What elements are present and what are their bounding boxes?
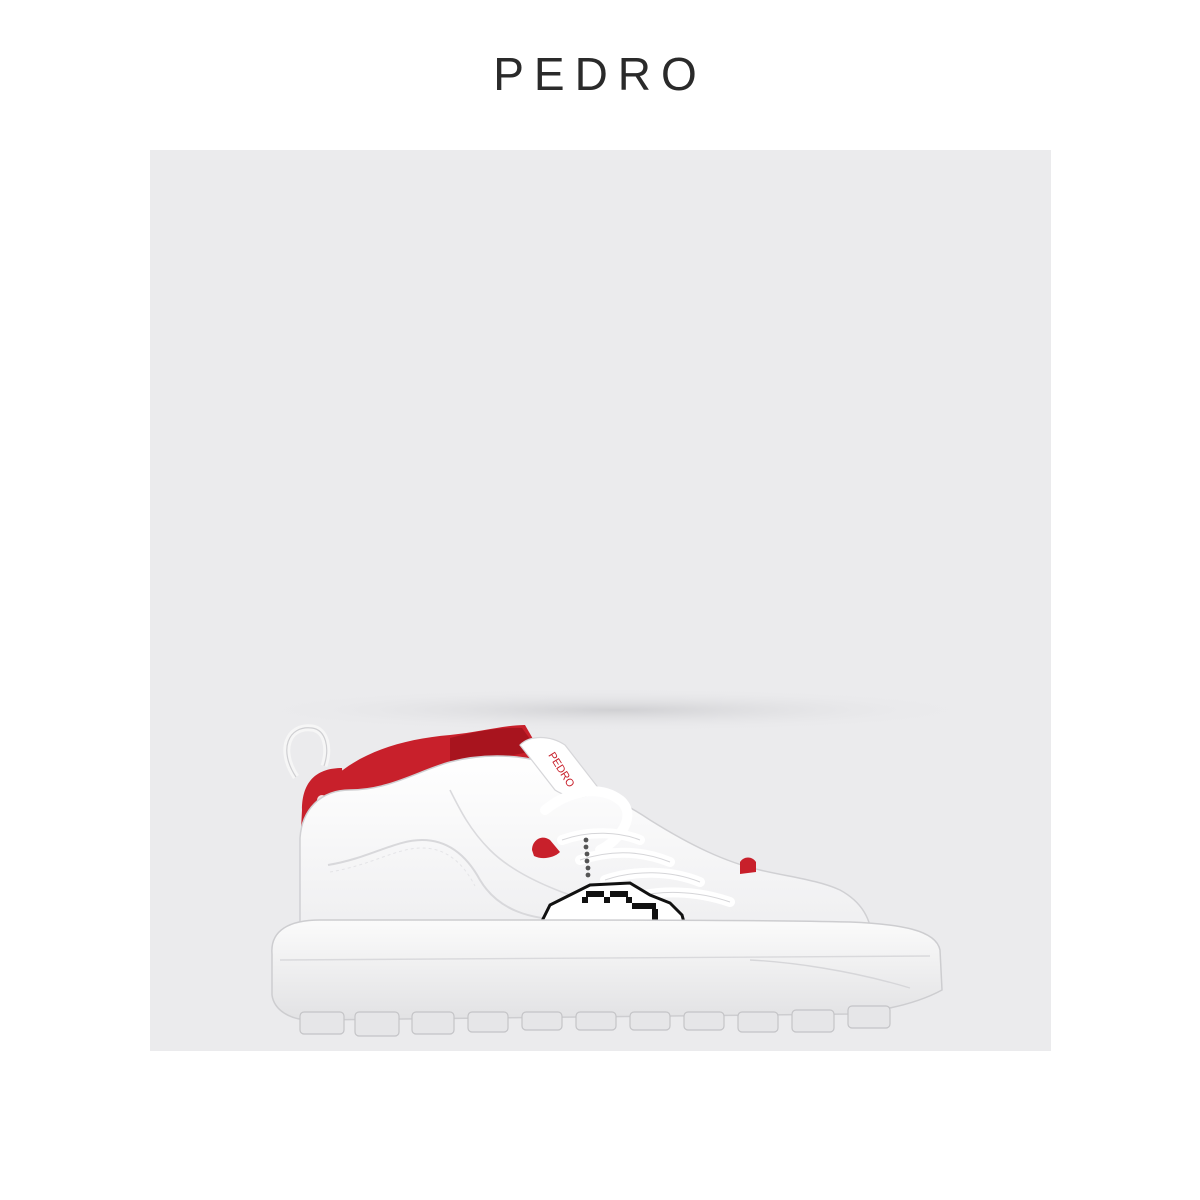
eyelet-red-accent-front <box>740 857 756 874</box>
brand-logo: PEDRO <box>493 48 707 100</box>
product-page: PEDRO PEDRO <box>0 0 1200 1200</box>
product-image-backdrop: PEDRO <box>150 150 1051 1051</box>
midsole <box>271 919 943 1021</box>
ground-shadow <box>245 688 985 732</box>
sneaker-illustration: PEDRO <box>245 688 985 1037</box>
heel-pull-loop <box>283 724 331 779</box>
